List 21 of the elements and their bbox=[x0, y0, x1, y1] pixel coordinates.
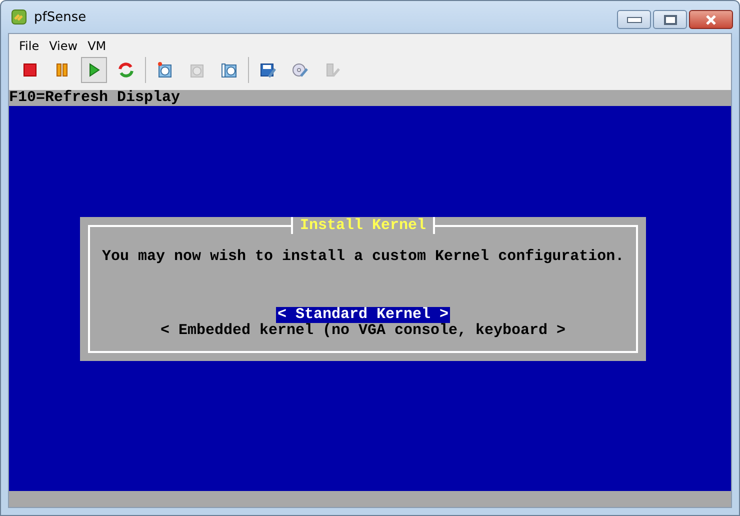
dialog-option[interactable]: < Standard Kernel > bbox=[276, 307, 450, 323]
dialog-option[interactable]: < Embedded kernel (no VGA console, keyboard > bbox=[159, 323, 567, 339]
menu-item[interactable]: File bbox=[19, 38, 40, 52]
dialog-title: Install Kernel bbox=[300, 217, 426, 234]
menu-item[interactable]: View bbox=[49, 38, 78, 52]
stop-icon bbox=[21, 61, 39, 79]
clock-icon bbox=[220, 61, 238, 79]
floppy-icon bbox=[259, 61, 277, 79]
app-icon bbox=[11, 9, 27, 25]
close-icon bbox=[704, 14, 718, 24]
refresh-icon bbox=[117, 61, 135, 79]
dialog-message: You may now wish to install a custom Kernel configuration. bbox=[102, 248, 624, 265]
console-hint-bar: F10=Refresh Display bbox=[9, 90, 731, 106]
minimize-button[interactable] bbox=[617, 10, 651, 29]
menu-item[interactable]: VM bbox=[88, 38, 106, 52]
toolbar-button[interactable] bbox=[81, 57, 107, 83]
maximize-button[interactable] bbox=[653, 10, 687, 29]
close-button[interactable] bbox=[689, 10, 733, 29]
disc-icon bbox=[291, 61, 309, 79]
window-title: pfSense bbox=[34, 10, 86, 24]
clock-icon bbox=[156, 61, 174, 79]
